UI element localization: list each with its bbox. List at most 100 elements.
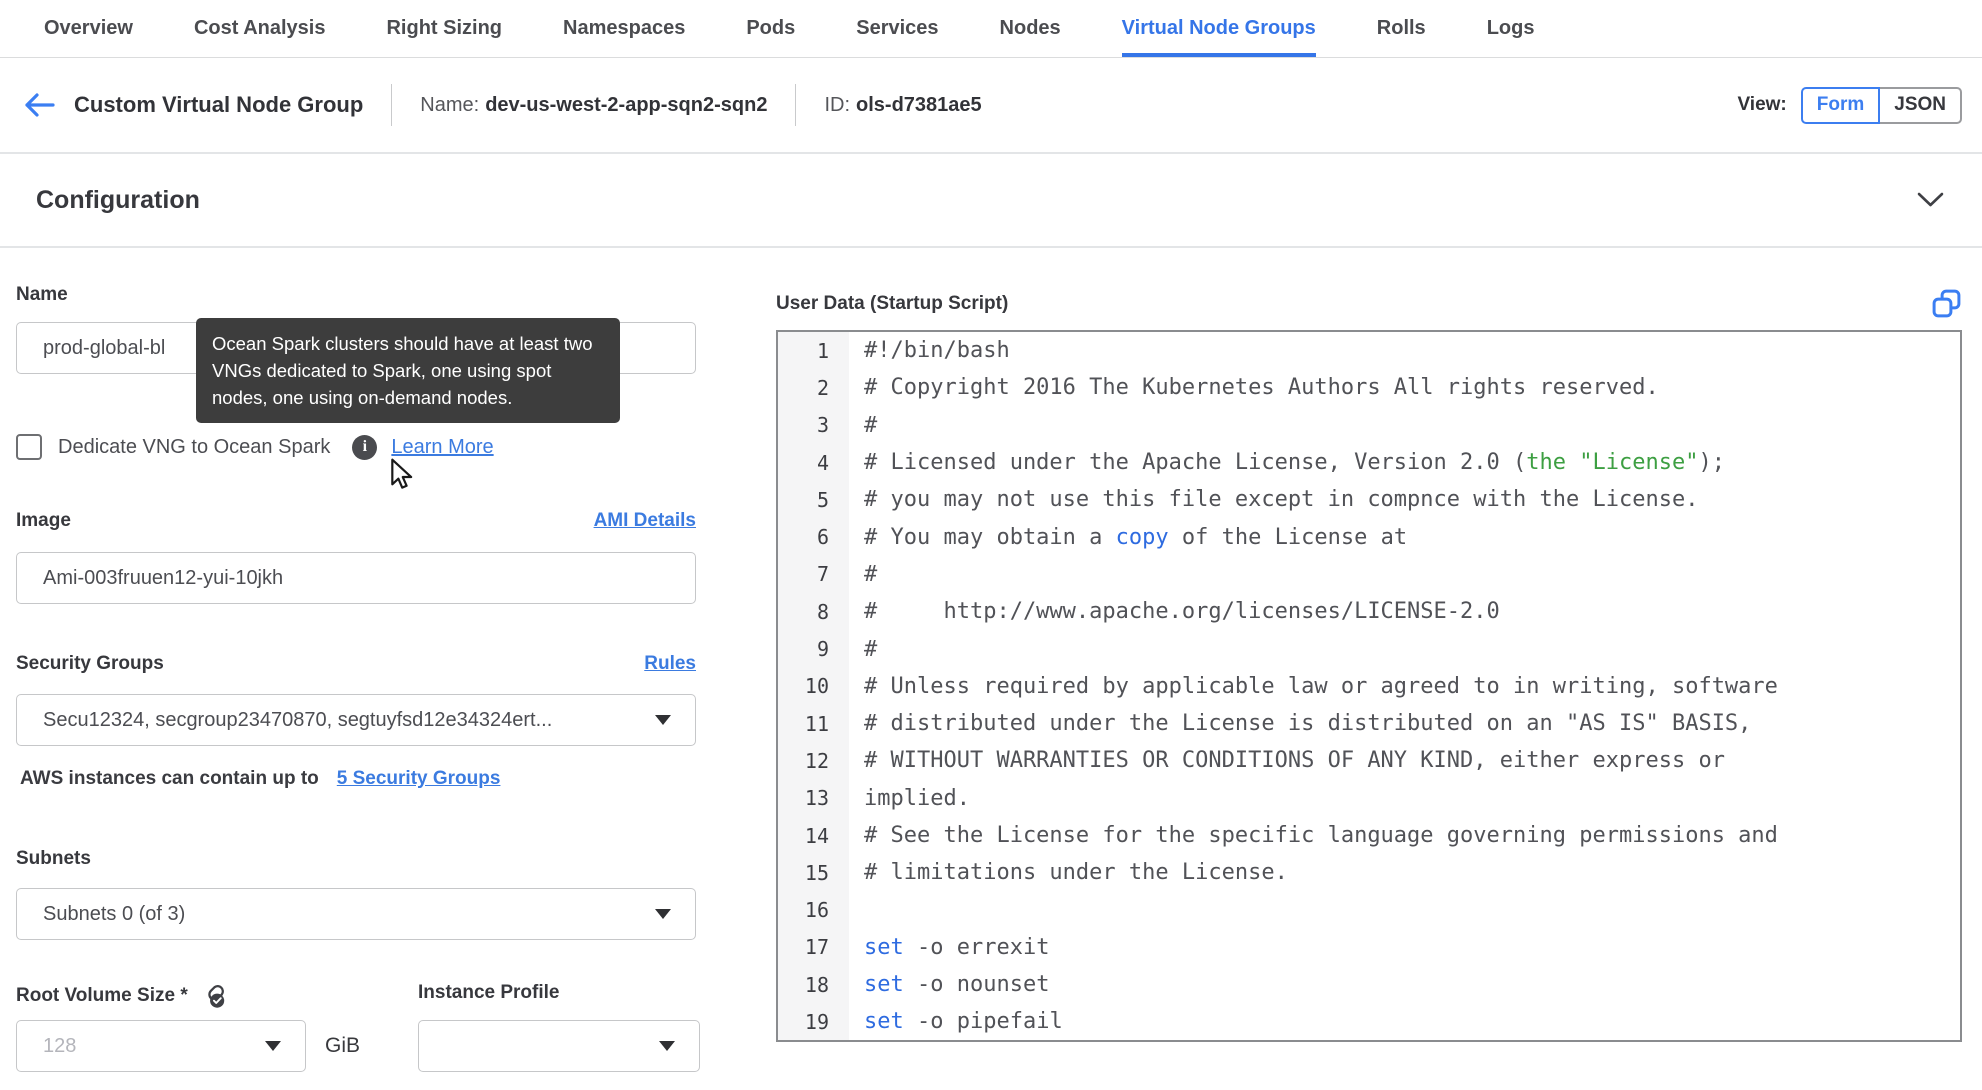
line-number: 13 [778,779,849,817]
code-line: 8 # http://www.apache.org/licenses/LICENS… [778,593,1960,631]
view-toggle-json[interactable]: JSON [1878,86,1962,124]
view-toggle-form[interactable]: Form [1800,86,1881,124]
tab-nodes[interactable]: Nodes [1000,0,1061,57]
code-text: # http://www.apache.org/licenses/LICENSE… [864,599,1500,625]
code-text: # [864,412,878,438]
root-volume-label: Root Volume Size * [16,984,188,1006]
code-text: set -o nounset [864,972,1050,998]
code-text: # Unless required by applicable law or a… [864,673,1778,699]
gib-unit-label: GiB [325,1034,361,1057]
copy-icon[interactable] [1931,288,1962,319]
tab-overview[interactable]: Overview [44,0,133,57]
tab-logs[interactable]: Logs [1487,0,1535,57]
dedicate-checkbox-label: Dedicate VNG to Ocean Spark [58,435,331,458]
line-number: 4 [778,443,849,482]
tab-virtual-node-groups[interactable]: Virtual Node Groups [1121,0,1316,57]
code-text: set -o pipefail [864,1009,1063,1035]
link-check-icon[interactable] [200,982,227,1009]
section-title: Configuration [36,185,200,214]
ocean-spark-tooltip: Ocean Spark clusters should have at leas… [196,318,620,423]
vertical-divider [391,84,393,126]
code-text: # Copyright 2016 The Kubernetes Authors … [864,375,1659,401]
ami-details-link[interactable]: AMI Details [594,510,696,532]
view-label: View: [1737,94,1787,115]
code-line: 11 # distributed under the License is dis… [778,704,1960,743]
root-volume-label-row: Root Volume Size * [16,982,227,1009]
user-data-label: User Data (Startup Script) [776,292,1009,314]
subnets-value: Subnets 0 (of 3) [43,902,186,925]
instance-profile-select[interactable] [418,1020,700,1072]
line-number: 16 [778,891,849,929]
user-data-editor[interactable]: 1 #!/bin/bash 2 # Copyright 2016 The Kubern… [776,330,1962,1042]
image-input[interactable] [16,552,696,604]
dedicate-checkbox[interactable] [16,434,42,460]
learn-more-link[interactable]: Learn More [391,436,493,459]
tab-namespaces[interactable]: Namespaces [563,0,685,57]
back-button[interactable] [22,91,56,119]
code-line: 7 # [778,555,1960,594]
line-number: 19 [778,1003,849,1040]
line-number: 1 [778,332,849,370]
security-groups-hint: AWS instances can contain up to 5 Securi… [20,768,500,790]
code-line: 9 # [778,630,1960,668]
name-label: Name [16,284,68,305]
root-volume-placeholder: 128 [43,1034,77,1057]
section-divider [0,246,1982,248]
tab-right-sizing[interactable]: Right Sizing [386,0,502,57]
mouse-cursor-icon [388,458,416,495]
image-label-row: Image AMI Details [16,510,696,532]
line-number: 12 [778,742,849,780]
code-line: 12 # WITHOUT WARRANTIES OR CONDITIONS OF … [778,742,1960,780]
image-label: Image [16,510,71,531]
line-number: 17 [778,928,849,967]
line-number: 10 [778,667,849,705]
vertical-divider [795,84,797,126]
code-line: 18 set -o nounset [778,966,1960,1004]
tab-services[interactable]: Services [856,0,938,57]
subnets-select[interactable]: Subnets 0 (of 3) [16,888,696,940]
code-line: 15 # limitations under the License. [778,854,1960,892]
tab-pods[interactable]: Pods [746,0,795,57]
code-text: # WITHOUT WARRANTIES OR CONDITIONS OF AN… [864,748,1725,774]
line-number: 11 [778,704,849,743]
code-line: 5 # you may not use this file except in c… [778,481,1960,519]
code-line: 13 implied. [778,779,1960,817]
code-line: 10 # Unless required by applicable law or… [778,667,1960,705]
rules-link[interactable]: Rules [644,653,696,675]
code-line: 3 # [778,406,1960,444]
code-text: # Licensed under the Apache License, Ver… [864,450,1725,476]
five-security-groups-link[interactable]: 5 Security Groups [337,768,501,790]
line-number: 2 [778,369,849,407]
info-icon[interactable]: i [352,434,378,460]
code-line: 16 [778,891,1960,929]
line-number: 7 [778,555,849,594]
security-groups-label: Security Groups [16,653,164,674]
code-text: # You may obtain a copy of the License a… [864,524,1408,550]
code-text: #!/bin/bash [864,338,1010,364]
virtual-node-group-page: Overview Cost Analysis Right Sizing Namespa… [0,0,1982,1090]
line-number: 15 [778,854,849,892]
root-volume-select[interactable]: 128 [16,1020,306,1072]
tab-rolls[interactable]: Rolls [1377,0,1426,57]
dedicate-vng-row: Dedicate VNG to Ocean Spark i Learn More [16,434,494,460]
code-line: 14 # See the License for the specific lan… [778,816,1960,855]
code-line: 17 set -o errexit [778,928,1960,967]
caret-down-icon [659,1041,675,1051]
code-text: # See the License for the specific langu… [864,823,1778,848]
caret-down-icon [655,715,671,725]
security-groups-select[interactable]: Secu12324, secgroup23470870, segtuyfsd12… [16,694,696,746]
caret-down-icon [265,1041,281,1051]
tab-cost-analysis[interactable]: Cost Analysis [194,0,326,57]
code-line: 6 # You may obtain a copy of the License … [778,518,1960,556]
chevron-down-icon[interactable] [1917,192,1944,208]
code-text: # you may not use this file except in co… [864,487,1699,513]
page-title: Custom Virtual Node Group [74,92,364,117]
hint-text: AWS instances can contain up to [20,768,319,789]
user-data-header: User Data (Startup Script) [776,288,1962,319]
configuration-section-header[interactable]: Configuration [0,154,1982,246]
code-line: 19 set -o pipefail [778,1003,1960,1040]
vng-name: Name: dev-us-west-2-app-sqn2-sqn2 [420,93,768,116]
code-text: # distributed under the License is distr… [864,711,1752,737]
line-number: 8 [778,593,849,631]
